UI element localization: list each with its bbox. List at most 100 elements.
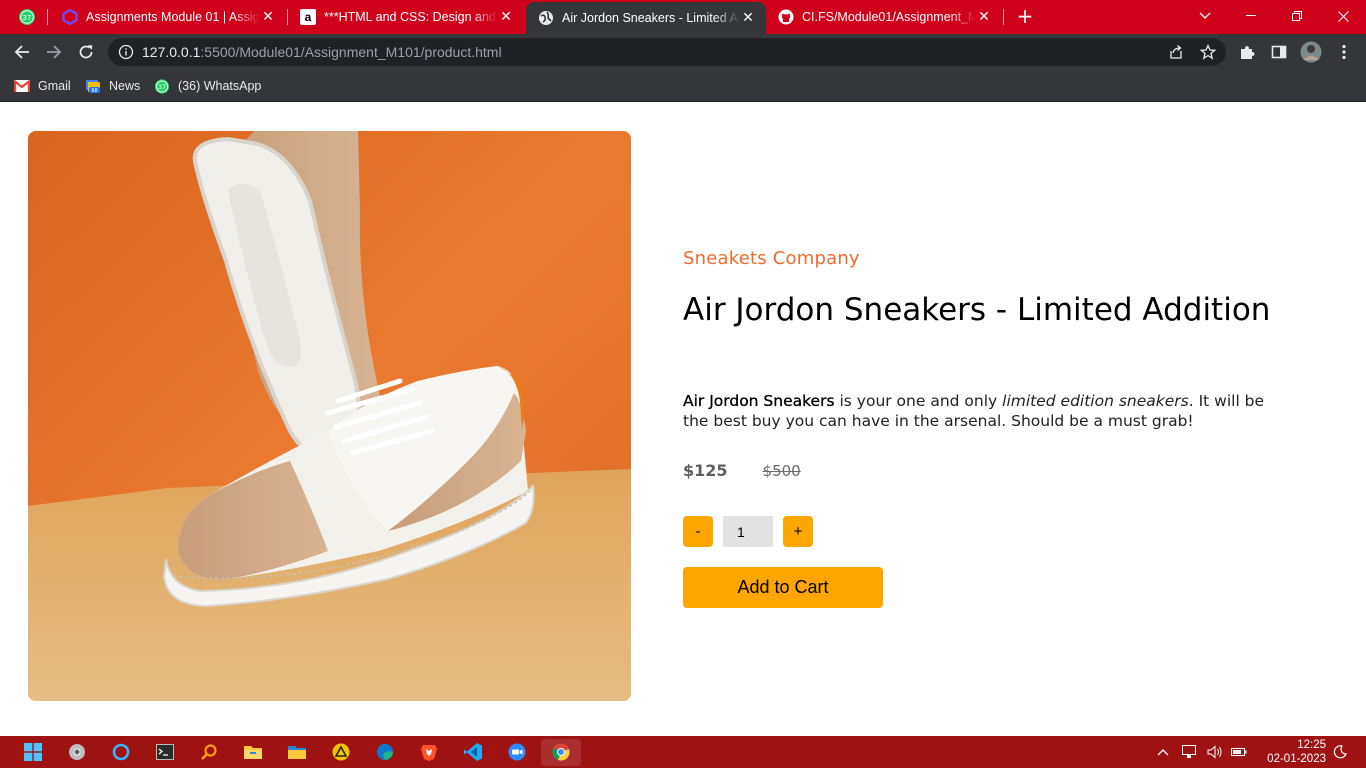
network-icon[interactable]	[1182, 744, 1198, 760]
decrease-quantity-button[interactable]: -	[683, 516, 713, 547]
chevron-up-icon[interactable]	[1155, 744, 1171, 760]
tab-title: Assignments Module 01 | Assignments	[86, 10, 260, 24]
url-host: 127.0.0.1	[142, 44, 201, 60]
bookmark-gmail[interactable]: Gmail	[14, 76, 71, 96]
sneaker-photo	[28, 131, 631, 701]
tab-whatsapp-pinned[interactable]: 37	[8, 6, 46, 28]
clock-date: 02-01-2023	[1267, 753, 1326, 765]
close-window-button[interactable]	[1320, 0, 1366, 32]
close-tab-icon[interactable]: ✕	[976, 9, 992, 25]
avatar-icon	[1300, 41, 1322, 63]
product-title: Air Jordon Sneakers - Limited Addition	[683, 292, 1271, 328]
close-tab-icon[interactable]: ✕	[740, 10, 756, 26]
chrome-icon[interactable]	[550, 741, 572, 763]
site-info-icon[interactable]	[118, 44, 134, 60]
whatsapp-icon: 37	[154, 78, 170, 94]
terminal-icon[interactable]	[154, 741, 176, 763]
bookmark-label: (36) WhatsApp	[178, 79, 262, 93]
svg-text:a: a	[305, 10, 312, 24]
bookmark-label: Gmail	[38, 79, 71, 93]
address-bar[interactable]: 127.0.0.1:5500/Module01/Assignment_M101/…	[108, 38, 1226, 66]
chevron-down-icon	[1199, 12, 1211, 19]
original-price: $500	[762, 462, 801, 480]
tab-title: Air Jordon Sneakers - Limited Addition	[562, 11, 740, 25]
restore-icon	[1292, 11, 1302, 21]
share-icon[interactable]	[1168, 44, 1184, 60]
product-description: Air Jordon Sneakers is your one and only…	[683, 392, 1293, 431]
system-clock[interactable]: 12:25 02-01-2023	[1262, 738, 1326, 766]
url-path: :5500/Module01/Assignment_M101/product.h…	[200, 44, 502, 60]
tab-product-page[interactable]: Air Jordon Sneakers - Limited Addition ✕	[526, 2, 766, 34]
minimize-button[interactable]	[1228, 0, 1274, 32]
new-tab-button[interactable]: +	[1014, 6, 1036, 28]
side-panel-icon	[1271, 45, 1287, 59]
news-icon: 68	[85, 78, 101, 94]
close-tab-icon[interactable]: ✕	[260, 9, 276, 25]
reload-button[interactable]	[75, 41, 97, 63]
browser-toolbar: 127.0.0.1:5500/Module01/Assignment_M101/…	[0, 34, 1366, 70]
profile-avatar[interactable]	[1300, 41, 1322, 63]
globe-icon	[538, 10, 554, 26]
tab-separator	[47, 9, 48, 25]
bookmark-star-icon[interactable]	[1200, 44, 1216, 60]
description-text-1: is your one and only	[834, 392, 1003, 410]
folder-icon[interactable]	[286, 741, 308, 763]
tab-html-css-book[interactable]: a ***HTML and CSS: Design and Build ✕	[288, 2, 524, 32]
windows-start-icon[interactable]	[22, 741, 44, 763]
price-block: $125 $500	[683, 461, 801, 480]
product-image	[28, 131, 631, 701]
company-name: Sneakets Company	[683, 248, 860, 269]
tab-github[interactable]: CI.FS/Module01/Assignment_M101 ✕	[766, 2, 1002, 32]
gmail-icon	[14, 78, 30, 94]
module-icon	[62, 9, 78, 25]
svg-text:68: 68	[91, 88, 97, 94]
url-text: 127.0.0.1:5500/Module01/Assignment_M101/…	[142, 44, 502, 60]
cortana-icon[interactable]	[110, 741, 132, 763]
description-italic: limited edition sneakers	[1002, 392, 1189, 410]
restore-button[interactable]	[1274, 0, 1320, 32]
clock-time: 12:25	[1297, 739, 1326, 751]
whatsapp-icon: 37	[19, 9, 35, 25]
battery-icon[interactable]	[1231, 744, 1247, 760]
bookmark-news[interactable]: 68 News	[85, 76, 140, 96]
quantity-stepper: - +	[683, 516, 813, 547]
page-content: Sneakets Company Air Jordon Sneakers - L…	[0, 103, 1366, 736]
browser-tab-strip: 37 Assignments Module 01 | Assignments ✕…	[0, 0, 1366, 34]
tab-title: CI.FS/Module01/Assignment_M101	[802, 10, 976, 24]
minimize-icon	[1246, 15, 1256, 16]
add-to-cart-button[interactable]: Add to Cart	[683, 567, 883, 608]
svg-text:37: 37	[158, 83, 166, 90]
puzzle-icon	[1241, 46, 1255, 59]
increase-quantity-button[interactable]: +	[783, 516, 813, 547]
close-tab-icon[interactable]: ✕	[498, 9, 514, 25]
windows-taskbar: 12:25 02-01-2023	[0, 736, 1366, 768]
forward-button[interactable]	[43, 41, 65, 63]
side-panel-button[interactable]	[1268, 41, 1290, 63]
close-icon	[1337, 10, 1349, 22]
volume-icon[interactable]	[1207, 744, 1223, 760]
arrow-left-icon	[14, 45, 29, 59]
tab-title: ***HTML and CSS: Design and Build	[324, 10, 498, 24]
bookmark-whatsapp[interactable]: 37 (36) WhatsApp	[154, 76, 261, 96]
notification-moon-icon[interactable]	[1332, 744, 1348, 760]
tab-separator	[1003, 9, 1004, 25]
chrome-dev-icon[interactable]	[66, 741, 88, 763]
search-icon[interactable]	[198, 741, 220, 763]
edge-icon[interactable]	[374, 741, 396, 763]
tab-assignments[interactable]: Assignments Module 01 | Assignments ✕	[50, 2, 286, 32]
vscode-icon[interactable]	[462, 741, 484, 763]
bookmarks-bar: Gmail 68 News 37 (36) WhatsApp	[0, 70, 1366, 102]
back-button[interactable]	[11, 41, 33, 63]
zoom-icon[interactable]	[506, 741, 528, 763]
tab-search-button[interactable]	[1182, 0, 1228, 32]
browser-menu-button[interactable]	[1333, 41, 1355, 63]
quantity-input[interactable]	[723, 516, 773, 547]
extensions-button[interactable]	[1236, 41, 1258, 63]
reload-icon	[79, 45, 93, 59]
arrow-right-icon	[47, 45, 62, 59]
file-explorer-icon[interactable]	[242, 741, 264, 763]
brave-icon[interactable]	[418, 741, 440, 763]
more-vertical-icon	[1342, 44, 1346, 60]
notes-icon[interactable]	[330, 741, 352, 763]
bookmark-label: News	[109, 79, 141, 93]
